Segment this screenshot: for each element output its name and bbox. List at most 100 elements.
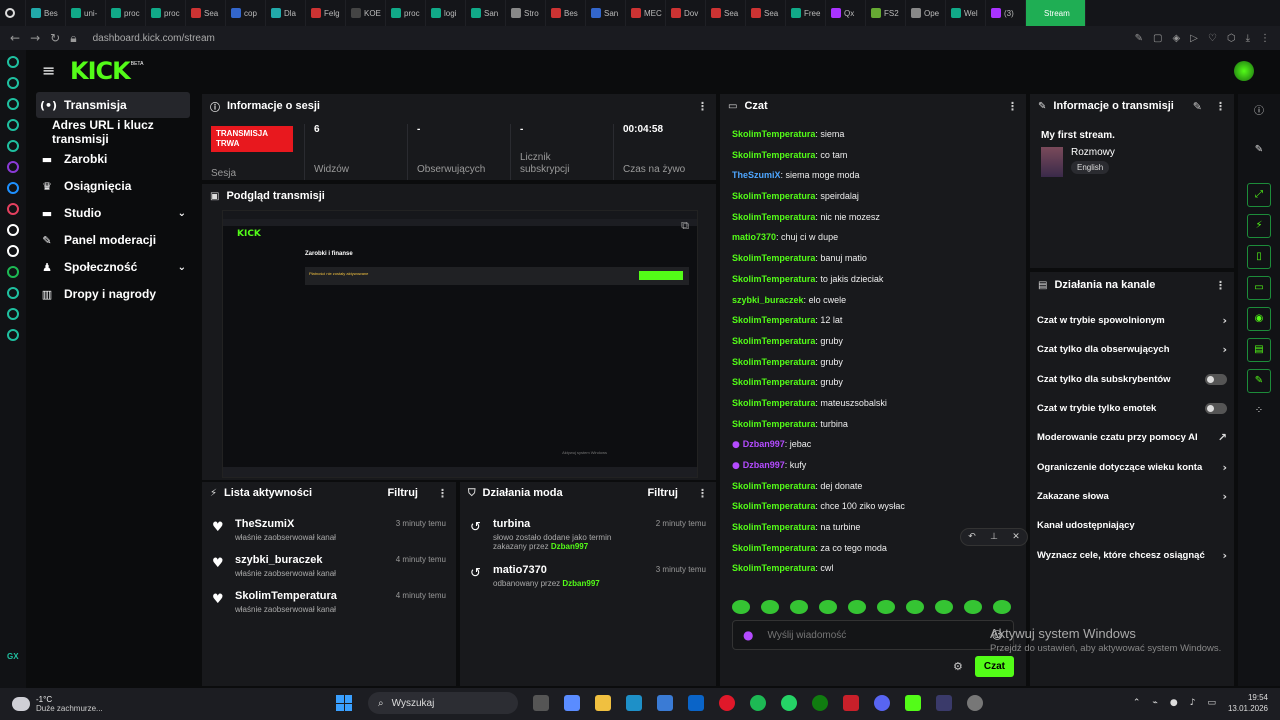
sidebar-app-icon[interactable] <box>7 245 19 257</box>
chat-username[interactable]: Dzban997 <box>743 460 785 470</box>
chevron-right-icon[interactable]: › <box>1222 490 1227 503</box>
channel-action-7[interactable]: Zakazane słowa › <box>1030 482 1234 511</box>
taskbar-search[interactable]: ⌕ Wyszukaj <box>368 692 518 714</box>
edge-icon[interactable] <box>626 695 642 711</box>
battery-icon[interactable]: ▭ <box>1207 698 1216 708</box>
browser-tab[interactable]: (3) <box>986 0 1026 26</box>
document-icon[interactable]: ▯ <box>1247 245 1271 269</box>
chat-username[interactable]: SkolimTemperatura <box>732 563 815 573</box>
sidebar-app-icon[interactable] <box>7 140 19 152</box>
menu-icon[interactable]: ≡ <box>42 63 56 79</box>
emote-icon[interactable] <box>819 600 837 614</box>
broadcast-icon[interactable]: ◉ <box>1247 307 1271 331</box>
browser-tab[interactable]: Ope <box>906 0 946 26</box>
chat-username[interactable]: SkolimTemperatura <box>732 191 815 201</box>
sidebar-app-icon[interactable] <box>7 224 19 236</box>
nav-item-transmisja[interactable]: (•) Transmisja <box>36 92 190 118</box>
emote-icon[interactable] <box>877 600 895 614</box>
xbox-icon[interactable] <box>812 695 828 711</box>
channel-action-4[interactable]: Czat w trybie tylko emotek <box>1030 394 1234 423</box>
mic-icon[interactable]: ● <box>743 628 753 642</box>
browser-tab[interactable]: Sea <box>186 0 226 26</box>
chevron-up-icon[interactable]: ⌃ <box>1133 698 1141 708</box>
opera-menu-icon[interactable] <box>0 0 26 26</box>
start-icon[interactable] <box>336 695 352 711</box>
browser-tab[interactable]: San <box>466 0 506 26</box>
network-icon[interactable]: ⌁ <box>1152 698 1157 708</box>
chat-username[interactable]: SkolimTemperatura <box>732 543 815 553</box>
chat-username[interactable]: SkolimTemperatura <box>732 212 815 222</box>
sidebar-app-icon[interactable] <box>7 329 19 341</box>
taskview-icon[interactable] <box>533 695 549 711</box>
server-icon[interactable]: ▤ <box>1247 338 1271 362</box>
browser-tab[interactable]: Stream <box>1026 0 1086 26</box>
browser-tab[interactable]: Dla <box>266 0 306 26</box>
chevron-down-icon[interactable]: ⌄ <box>178 208 186 219</box>
chat-username[interactable]: SkolimTemperatura <box>732 129 815 139</box>
avatar[interactable] <box>1234 61 1254 81</box>
expand-icon[interactable]: ⤢ <box>1247 183 1271 207</box>
chevron-right-icon[interactable]: › <box>1222 314 1227 327</box>
kick-logo[interactable]: KICK <box>70 57 131 85</box>
sidebar-app-icon[interactable] <box>7 182 19 194</box>
outlook-icon[interactable] <box>688 695 704 711</box>
channel-action-1[interactable]: Czat w trybie spowolnionym › <box>1030 306 1234 335</box>
reload-icon[interactable]: ↻ <box>50 31 60 45</box>
browser-tab[interactable]: KOE <box>346 0 386 26</box>
browser-tab[interactable]: cop <box>226 0 266 26</box>
more-icon[interactable]: ⋮ <box>1260 33 1270 44</box>
browser-tab[interactable]: Free <box>786 0 826 26</box>
browser-tab[interactable]: Stro <box>506 0 546 26</box>
emote-icon[interactable] <box>935 600 953 614</box>
emote-icon[interactable] <box>848 600 866 614</box>
browser-tab[interactable]: MEC <box>626 0 666 26</box>
activity-menu-icon[interactable]: ⋮ <box>437 487 448 500</box>
chat-username[interactable]: SkolimTemperatura <box>732 501 815 511</box>
emote-icon[interactable] <box>761 600 779 614</box>
sidebar-app-icon[interactable] <box>7 266 19 278</box>
browser-tab[interactable]: Sea <box>706 0 746 26</box>
chat-username[interactable]: matio7370 <box>732 232 776 242</box>
app-icon[interactable] <box>843 695 859 711</box>
sidebar-app-icon[interactable] <box>7 161 19 173</box>
heart-icon[interactable]: ♡ <box>1208 33 1217 44</box>
play-icon[interactable]: ▷ <box>1190 33 1198 44</box>
snapshot-icon[interactable]: ▢ <box>1153 33 1162 44</box>
chat-username[interactable]: SkolimTemperatura <box>732 377 815 387</box>
browser-tab[interactable]: Felg <box>306 0 346 26</box>
activity-filter-button[interactable]: Filtruj <box>387 487 418 499</box>
session-menu-icon[interactable]: ⋮ <box>697 100 708 113</box>
chat-username[interactable]: SkolimTemperatura <box>732 336 815 346</box>
emote-icon[interactable] <box>964 600 982 614</box>
chat-username[interactable]: SkolimTemperatura <box>732 150 815 160</box>
browser-tab[interactable]: San <box>586 0 626 26</box>
store-icon[interactable] <box>657 695 673 711</box>
toggle-switch[interactable] <box>1205 373 1227 385</box>
sidebar-app-icon[interactable] <box>7 203 19 215</box>
chevron-right-icon[interactable]: › <box>1222 343 1227 356</box>
channel-action-9[interactable]: Wyznacz cele, które chcesz osiągnąć › <box>1030 540 1234 569</box>
chevron-down-icon[interactable]: ⌄ <box>178 262 186 273</box>
nav-item-osi-gni-cia[interactable]: ♛ Osiągnięcia <box>36 173 190 199</box>
chat-username[interactable]: SkolimTemperatura <box>732 419 815 429</box>
emote-icon[interactable] <box>732 600 750 614</box>
chat-username[interactable]: SkolimTemperatura <box>732 315 815 325</box>
info-icon[interactable]: ⓘ <box>1247 101 1271 125</box>
browser-tab[interactable]: proc <box>106 0 146 26</box>
pin-icon[interactable]: ✎ <box>1135 33 1143 44</box>
chat-username[interactable]: Dzban997 <box>743 439 785 449</box>
browser-tab[interactable]: proc <box>386 0 426 26</box>
chevron-right-icon[interactable]: › <box>1222 461 1227 474</box>
obs-icon[interactable] <box>936 695 952 711</box>
channel-action-5[interactable]: Moderowanie czatu przy pomocy AI ↗ <box>1030 423 1234 452</box>
apps-icon[interactable]: ⁘ <box>1247 400 1271 424</box>
mic-icon[interactable]: ● <box>1170 698 1178 708</box>
channel-action-6[interactable]: Ograniczenie dotyczące wieku konta › <box>1030 452 1234 481</box>
nav-item-adres-url-i-klucz-transmisji[interactable]: Adres URL i klucz transmisji <box>36 118 190 146</box>
whatsapp-icon[interactable] <box>781 695 797 711</box>
forward-icon[interactable]: → <box>30 31 40 45</box>
toggle-switch[interactable] <box>1205 403 1227 415</box>
volume-icon[interactable]: ♪ <box>1190 698 1196 708</box>
nav-item-studio[interactable]: ▬ Studio ⌄ <box>36 200 190 226</box>
channel-menu-icon[interactable]: ⋮ <box>1215 279 1226 292</box>
